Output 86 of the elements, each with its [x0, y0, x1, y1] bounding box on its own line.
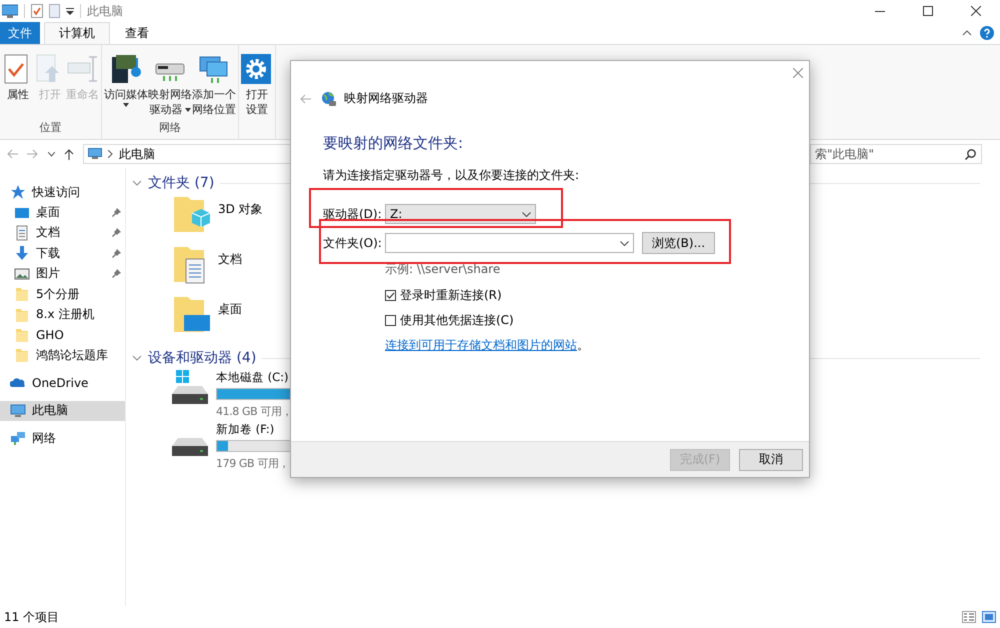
ribbon-button[interactable]: 添加一个 网络位置	[192, 51, 236, 120]
section-header[interactable]: 文件夹 (7)	[148, 174, 214, 192]
computer-icon	[10, 402, 26, 419]
picture-icon	[14, 266, 30, 282]
checkbox[interactable]	[385, 314, 396, 326]
instruction-text: 请为连接指定驱动器号，以及你要连接的文件夹:	[323, 167, 580, 184]
free-space-text: 179 GB 可用，	[216, 456, 290, 471]
drive-dropdown[interactable]: Z:	[385, 204, 536, 224]
free-space-text: 41.8 GB 可用，	[216, 404, 292, 419]
search-icon[interactable]	[965, 149, 976, 160]
ribbon-button[interactable]: 映射网络 驱动器	[148, 51, 192, 120]
sidebar-item[interactable]: 鸿鹄论坛题库	[0, 345, 125, 366]
ribbon-tab[interactable]: 计算机	[44, 22, 110, 44]
chevron-down-icon	[522, 212, 531, 216]
network-icon	[10, 430, 26, 446]
details-view-icon[interactable]	[962, 611, 976, 623]
ribbon-button[interactable]: 打开 设置	[241, 51, 273, 135]
file-menu-tab[interactable]: 文件	[0, 22, 40, 44]
sidebar-item[interactable]: 文档	[0, 222, 125, 244]
group-label: 网络	[158, 120, 182, 136]
large-icons-view-icon[interactable]	[982, 611, 996, 623]
cancel-button[interactable]: 取消	[739, 448, 803, 470]
document-icon	[14, 224, 30, 241]
address-text: 此电脑	[119, 146, 155, 162]
checkbox-label[interactable]: 使用其他凭据连接(C)	[400, 312, 514, 328]
media-icon	[110, 54, 142, 84]
chevron-down-icon	[620, 240, 629, 246]
sidebar-item[interactable]: 快速访问	[0, 182, 125, 202]
help-icon[interactable]	[980, 26, 994, 40]
field-label: 文件夹(O):	[323, 234, 383, 252]
search-field[interactable]: 索"此电脑"	[810, 144, 982, 164]
checkbox[interactable]	[385, 290, 396, 300]
browse-button[interactable]: 浏览(B)...	[642, 232, 715, 254]
dialog-heading: 要映射的网络文件夹:	[323, 134, 464, 153]
sidebar-item[interactable]: 下载	[0, 243, 125, 264]
website-link[interactable]: 连接到可用于存储文档和图片的网站	[385, 338, 577, 352]
ribbon-button[interactable]: 属性	[2, 51, 34, 120]
folder-label[interactable]: 桌面	[218, 301, 242, 318]
settings-icon	[241, 54, 273, 84]
field-label: 驱动器(D):	[323, 206, 383, 222]
sidebar-item[interactable]: 图片	[0, 264, 125, 284]
up-arrow-icon[interactable]	[64, 148, 74, 160]
caret-icon[interactable]	[48, 152, 55, 156]
window-title: 此电脑	[87, 2, 123, 20]
ribbon-tab[interactable]: 查看	[110, 22, 164, 44]
maximize-icon[interactable]	[923, 6, 933, 16]
drive-label[interactable]: 本地磁盘 (C:)	[216, 370, 289, 385]
chevron-down-icon[interactable]	[132, 180, 142, 186]
caret-icon[interactable]	[66, 7, 74, 15]
example-text: 示例: \\server\share	[385, 261, 502, 278]
globe-icon	[321, 90, 337, 106]
group-label: 位置	[38, 120, 62, 136]
rename-icon	[66, 54, 98, 84]
computer-icon	[2, 4, 18, 18]
sidebar-item[interactable]: 此电脑	[0, 400, 125, 421]
checkbox-label[interactable]: 登录时重新连接(R)	[400, 286, 502, 304]
folder-icon	[14, 347, 30, 364]
drive-label[interactable]: 新加卷 (F:)	[216, 422, 274, 437]
link-sentence: 连接到可用于存储文档和图片的网站。	[385, 337, 590, 354]
sidebar-item[interactable]: 8.x 注册机	[0, 304, 125, 325]
folder-icon	[14, 326, 30, 343]
folder-label[interactable]: 文档	[218, 251, 242, 268]
close-icon[interactable]	[971, 6, 981, 16]
dialog-title: 映射网络驱动器	[344, 90, 428, 107]
ribbon-button[interactable]: 访问媒体	[104, 51, 148, 120]
star-icon	[10, 184, 26, 200]
forward-arrow-icon[interactable]	[27, 149, 39, 159]
chevron-down-icon[interactable]	[132, 355, 142, 361]
back-arrow-icon[interactable]	[299, 94, 311, 104]
back-arrow-icon[interactable]	[6, 149, 18, 159]
chevron-up-icon[interactable]	[962, 30, 972, 36]
item-count: 11 个项目	[4, 608, 60, 626]
sidebar-item[interactable]: OneDrive	[0, 372, 125, 393]
computer-icon	[88, 148, 102, 160]
network-monitor-icon	[198, 54, 230, 84]
sidebar-item[interactable]: GHO	[0, 324, 125, 346]
folder-icon	[14, 286, 30, 302]
folder-label[interactable]: 3D 对象	[218, 201, 263, 218]
chevron-right-icon	[108, 150, 113, 158]
section-header[interactable]: 设备和驱动器 (4)	[148, 349, 256, 367]
sidebar-item[interactable]: 网络	[0, 428, 125, 448]
sidebar-item[interactable]: 桌面	[0, 202, 125, 223]
download-icon	[14, 245, 30, 262]
sidebar-item[interactable]: 5个分册	[0, 284, 125, 304]
folder-icon	[14, 306, 30, 323]
checkmark-document-icon[interactable]	[31, 4, 43, 18]
